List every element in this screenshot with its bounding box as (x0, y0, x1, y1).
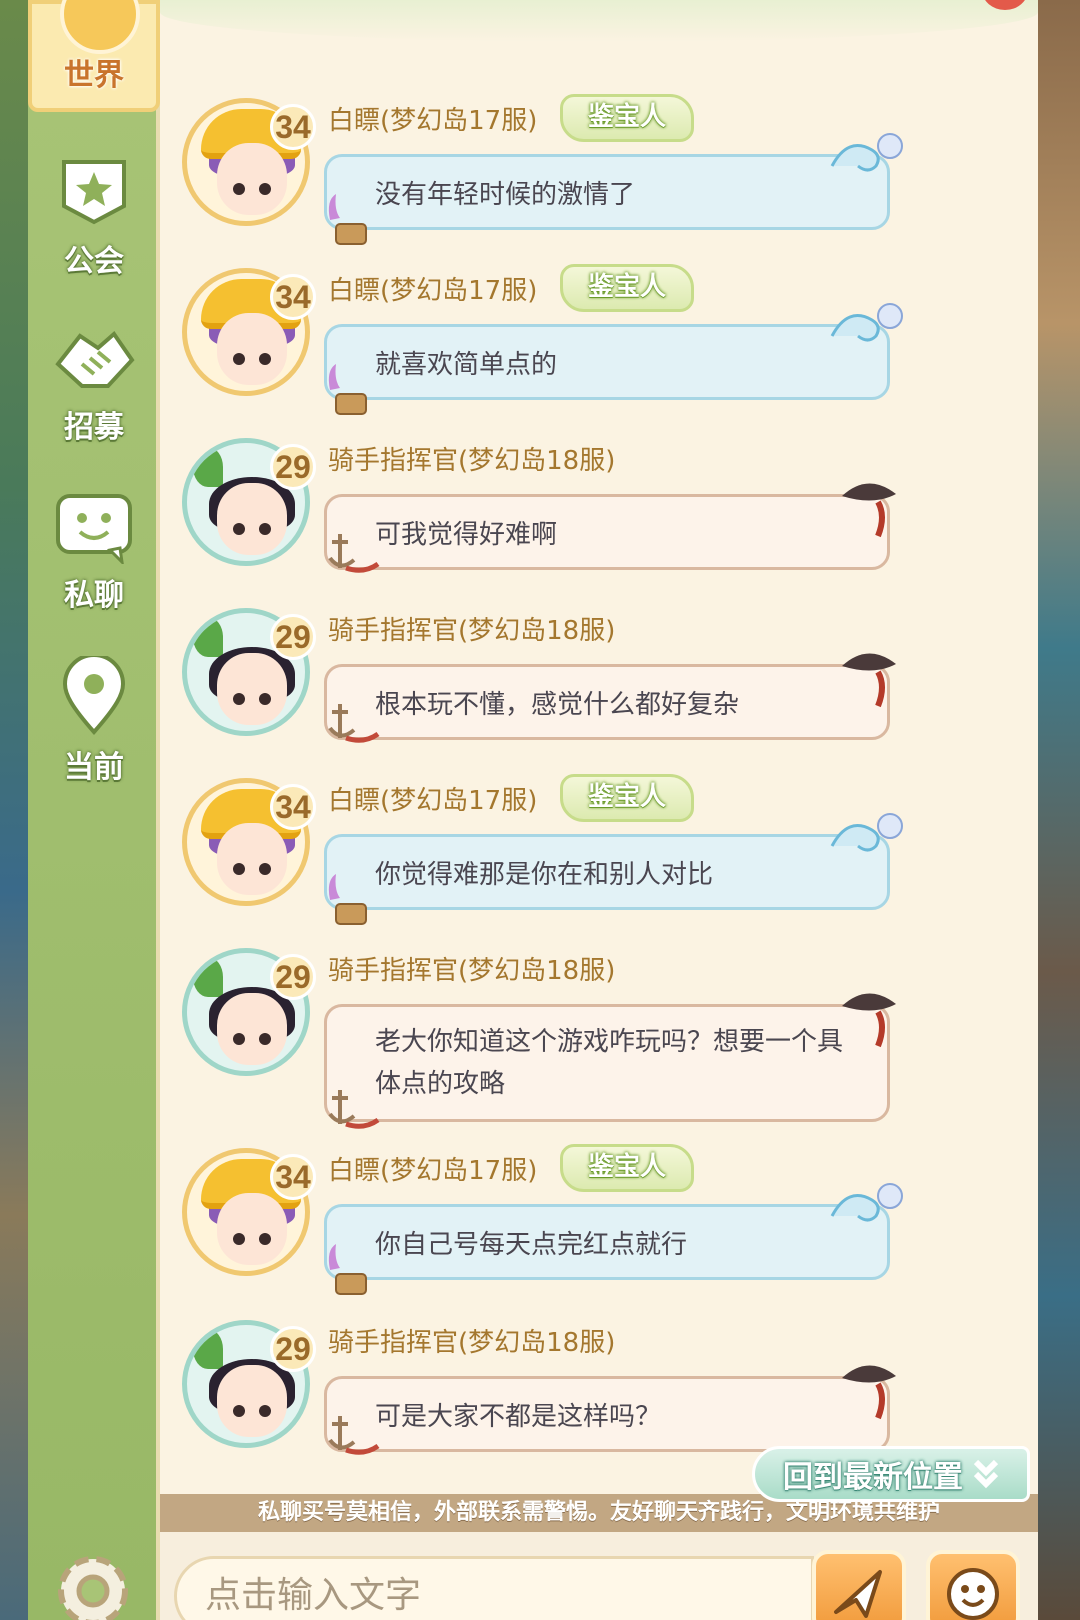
level-badge: 29 (270, 614, 316, 660)
message-bubble[interactable]: 你自己号每天点完红点就行 (324, 1204, 890, 1280)
tab-current[interactable]: 当前 (28, 646, 160, 796)
title-badge: 鉴宝人 (560, 94, 694, 142)
sender-name: 白瞟(梦幻岛17服) (328, 1156, 538, 1186)
anchor-decoration (328, 534, 380, 573)
game-scene-background-left (0, 0, 30, 1620)
game-scene-background-right (1038, 0, 1080, 1620)
treasure-chest-decoration (328, 1244, 367, 1295)
pirate-hat-decoration (842, 1365, 896, 1420)
sender-name: 骑手指挥官(梦幻岛18服) (328, 446, 616, 476)
sender-name: 白瞟(梦幻岛17服) (328, 106, 538, 136)
channel-sidebar: 世界 公会 招募 私聊 当前 (28, 0, 178, 1620)
level-badge: 34 (270, 274, 316, 320)
treasure-chest-decoration (328, 874, 367, 925)
smiley-icon (947, 1568, 999, 1620)
treasure-chest-decoration (328, 364, 367, 415)
tab-recruit-label: 招募 (64, 410, 124, 445)
level-badge: 29 (270, 1326, 316, 1372)
tab-current-label: 当前 (64, 750, 124, 785)
double-chevron-down-icon (973, 1459, 999, 1489)
handshake-icon (52, 324, 136, 396)
message-bubble[interactable]: 你觉得难那是你在和别人对比 (324, 834, 890, 910)
pirate-hat-decoration (842, 653, 896, 708)
message-bubble[interactable]: 可我觉得好难啊 (324, 494, 890, 570)
level-badge: 29 (270, 444, 316, 490)
location-pin-icon (61, 656, 127, 736)
pirate-hat-decoration (842, 483, 896, 538)
sender-name: 骑手指挥官(梦幻岛18服) (328, 956, 616, 986)
tab-private-chat[interactable]: 私聊 (28, 478, 160, 628)
anchor-decoration (328, 1416, 380, 1455)
level-badge: 34 (270, 784, 316, 830)
message-bubble[interactable]: 老大你知道这个游戏咋玩吗？想要一个具体点的攻略 (324, 1004, 890, 1122)
jump-to-latest-button[interactable]: 回到最新位置 (752, 1446, 1030, 1502)
gear-icon[interactable] (52, 1550, 134, 1620)
sender-name: 骑手指挥官(梦幻岛18服) (328, 1328, 616, 1358)
chat-bubble-icon (54, 492, 134, 564)
treasure-chest-decoration (328, 194, 367, 245)
message-bubble[interactable]: 就喜欢简单点的 (324, 324, 890, 400)
tab-recruit[interactable]: 招募 (28, 310, 160, 460)
tab-world-label: 世界 (64, 58, 124, 93)
sender-name: 白瞟(梦幻岛17服) (328, 786, 538, 816)
send-arrow-icon (834, 1570, 882, 1618)
level-badge: 29 (270, 954, 316, 1000)
tab-world[interactable]: 世界 (28, 0, 178, 112)
wave-jellyfish-decoration (830, 133, 903, 172)
sender-name: 骑手指挥官(梦幻岛18服) (328, 616, 616, 646)
send-button[interactable] (812, 1550, 906, 1620)
guild-banner-icon (52, 150, 136, 230)
level-badge: 34 (270, 104, 316, 150)
chat-panel: 34 白瞟(梦幻岛17服) 鉴宝人 没有年轻时候的激情了 34 白瞟(梦幻岛17服) 鉴宝… (160, 0, 1038, 1620)
panel-header-decoration (160, 0, 1038, 42)
title-badge: 鉴宝人 (560, 774, 694, 822)
anchor-decoration (328, 1090, 380, 1129)
level-badge: 34 (270, 1154, 316, 1200)
wave-jellyfish-decoration (830, 813, 903, 852)
wave-jellyfish-decoration (830, 1183, 903, 1222)
message-bubble[interactable]: 可是大家不都是这样吗？ (324, 1376, 890, 1452)
pirate-hat-decoration (842, 993, 896, 1048)
input-bar: 点击输入文字 (160, 1532, 1038, 1620)
wave-jellyfish-decoration (830, 303, 903, 342)
sender-name: 白瞟(梦幻岛17服) (328, 276, 538, 306)
jump-to-latest-label: 回到最新位置 (783, 1460, 963, 1495)
title-badge: 鉴宝人 (560, 1144, 694, 1192)
tab-private-chat-label: 私聊 (64, 578, 124, 613)
message-bubble[interactable]: 根本玩不懂，感觉什么都好复杂 (324, 664, 890, 740)
emoji-button[interactable] (926, 1550, 1020, 1620)
title-badge: 鉴宝人 (560, 264, 694, 312)
anchor-decoration (328, 704, 380, 743)
chat-input[interactable]: 点击输入文字 (174, 1556, 814, 1620)
tab-guild-label: 公会 (64, 244, 124, 279)
message-bubble[interactable]: 没有年轻时候的激情了 (324, 154, 890, 230)
tab-guild[interactable]: 公会 (28, 140, 160, 290)
globe-icon (60, 0, 140, 54)
